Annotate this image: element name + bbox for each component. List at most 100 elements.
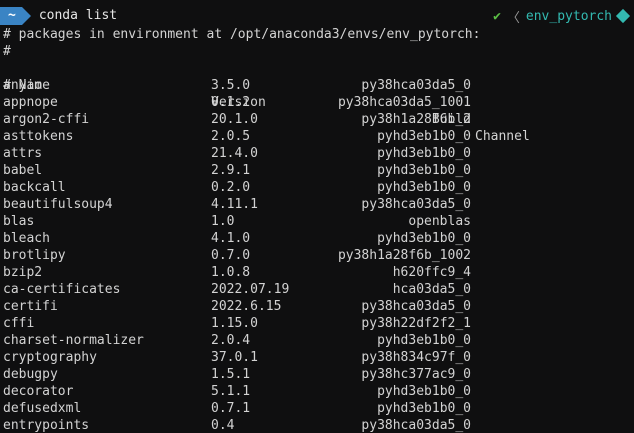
package-version: 3.5.0	[211, 78, 251, 93]
package-version: 2022.07.19	[211, 282, 290, 297]
prompt-right: ✔ 〈 env_pytorch	[493, 6, 634, 26]
package-row: brotlipy 0.7.0 py38h1a28f6b_1002	[3, 247, 634, 264]
package-version: 2.0.4	[211, 333, 251, 348]
package-version: 37.0.1	[211, 350, 258, 365]
package-build: pyhd3eb1b0_0	[377, 231, 471, 246]
check-icon: ✔	[493, 8, 501, 24]
package-row: defusedxml 0.7.1 pyhd3eb1b0_0	[3, 400, 634, 417]
package-build: py38h834c97f_0	[361, 350, 471, 365]
package-name: asttokens	[3, 129, 74, 144]
package-list: anyio 3.5.0 py38hca03da5_0 appnope 0.1.2 py38…	[3, 77, 634, 433]
package-build: py38h1a28f6b_1002	[337, 248, 471, 263]
package-name: blas	[3, 214, 35, 229]
package-build: pyhd3eb1b0_0	[377, 146, 471, 161]
package-row: anyio 3.5.0 py38hca03da5_0	[3, 77, 634, 94]
package-build: hca03da5_0	[392, 282, 471, 297]
package-name: entrypoints	[3, 418, 90, 433]
package-version: 1.0	[211, 214, 235, 229]
package-row: entrypoints 0.4 py38hca03da5_0	[3, 417, 634, 433]
package-row: charset-normalizer 2.0.4 pyhd3eb1b0_0	[3, 332, 634, 349]
package-version: 21.4.0	[211, 146, 258, 161]
package-name: argon2-cffi	[3, 112, 90, 127]
package-version: 4.1.0	[211, 231, 251, 246]
package-version: 0.4	[211, 418, 235, 433]
package-row: argon2-cffi 20.1.0 py38h1a28f6b_2	[3, 111, 634, 128]
shell-prompt: ~ conda list ✔ 〈 env_pytorch	[0, 6, 634, 26]
package-build: pyhd3eb1b0_0	[377, 384, 471, 399]
package-name: beautifulsoup4	[3, 197, 113, 212]
package-row: bleach 4.1.0 pyhd3eb1b0_0	[3, 230, 634, 247]
command-text: conda list	[38, 8, 118, 23]
package-name: babel	[3, 163, 43, 178]
package-name: certifi	[3, 299, 58, 314]
powerline-arrow-icon	[21, 7, 31, 25]
package-row: babel 2.9.1 pyhd3eb1b0_0	[3, 162, 634, 179]
package-name: anyio	[3, 78, 43, 93]
package-row: bzip2 1.0.8 h620ffc9_4	[3, 264, 634, 281]
package-row: cffi 1.15.0 py38h22df2f2_1	[3, 315, 634, 332]
package-build: pyhd3eb1b0_0	[377, 333, 471, 348]
package-name: appnope	[3, 95, 58, 110]
package-row: beautifulsoup4 4.11.1 py38hca03da5_0	[3, 196, 634, 213]
diamond-cap-icon	[615, 8, 631, 24]
env-name: env_pytorch	[525, 8, 612, 24]
terminal-window[interactable]: ~ conda list ✔ 〈 env_pytorch # packages …	[0, 0, 634, 433]
package-build: h620ffc9_4	[392, 265, 471, 280]
package-name: backcall	[3, 180, 66, 195]
package-name: cffi	[3, 316, 35, 331]
package-name: defusedxml	[3, 401, 82, 416]
package-row: asttokens 2.0.5 pyhd3eb1b0_0	[3, 128, 634, 145]
package-version: 2022.6.15	[211, 299, 282, 314]
package-name: brotlipy	[3, 248, 66, 263]
package-build: py38hca03da5_0	[361, 78, 471, 93]
package-version: 4.11.1	[211, 197, 258, 212]
package-row: cryptography 37.0.1 py38h834c97f_0	[3, 349, 634, 366]
package-row: ca-certificates 2022.07.19 hca03da5_0	[3, 281, 634, 298]
package-version: 2.9.1	[211, 163, 251, 178]
package-name: debugpy	[3, 367, 58, 382]
package-name: cryptography	[3, 350, 97, 365]
package-name: ca-certificates	[3, 282, 121, 297]
package-name: bzip2	[3, 265, 43, 280]
package-version: 5.1.1	[211, 384, 251, 399]
package-row: debugpy 1.5.1 py38hc377ac9_0	[3, 366, 634, 383]
package-version: 20.1.0	[211, 112, 258, 127]
package-version: 1.15.0	[211, 316, 258, 331]
package-version: 2.0.5	[211, 129, 251, 144]
package-name: decorator	[3, 384, 74, 399]
package-row: backcall 0.2.0 pyhd3eb1b0_0	[3, 179, 634, 196]
package-row: attrs 21.4.0 pyhd3eb1b0_0	[3, 145, 634, 162]
package-build: pyhd3eb1b0_0	[377, 129, 471, 144]
chevron-left-icon: 〈	[506, 10, 520, 26]
package-version: 0.2.0	[211, 180, 251, 195]
package-build: py38hca03da5_1001	[337, 95, 471, 110]
column-header-row: # Name Version Build Channel	[3, 60, 634, 144]
package-build: pyhd3eb1b0_0	[377, 163, 471, 178]
package-build: openblas	[408, 214, 471, 229]
package-build: py38hca03da5_0	[361, 299, 471, 314]
package-build: py38h1a28f6b_2	[361, 112, 471, 127]
prompt-directory: ~	[0, 7, 22, 25]
package-build: py38hc377ac9_0	[361, 367, 471, 382]
package-version: 0.7.1	[211, 401, 251, 416]
package-row: appnope 0.1.2 py38hca03da5_1001	[3, 94, 634, 111]
package-name: charset-normalizer	[3, 333, 144, 348]
package-build: py38hca03da5_0	[361, 197, 471, 212]
package-name: attrs	[3, 146, 43, 161]
package-row: blas 1.0 openblas	[3, 213, 634, 230]
package-build: pyhd3eb1b0_0	[377, 401, 471, 416]
environment-header: # packages in environment at /opt/anacon…	[3, 27, 481, 42]
prompt-left: ~ conda list	[0, 6, 117, 26]
package-build: py38hca03da5_0	[361, 418, 471, 433]
command-output: # packages in environment at /opt/anacon…	[3, 26, 634, 433]
package-version: 0.1.2	[211, 95, 251, 110]
package-row: decorator 5.1.1 pyhd3eb1b0_0	[3, 383, 634, 400]
package-build: pyhd3eb1b0_0	[377, 180, 471, 195]
package-version: 0.7.0	[211, 248, 251, 263]
package-version: 1.5.1	[211, 367, 251, 382]
package-name: bleach	[3, 231, 50, 246]
package-row: certifi 2022.6.15 py38hca03da5_0	[3, 298, 634, 315]
package-build: py38h22df2f2_1	[361, 316, 471, 331]
package-version: 1.0.8	[211, 265, 251, 280]
comment-line: #	[3, 44, 11, 59]
